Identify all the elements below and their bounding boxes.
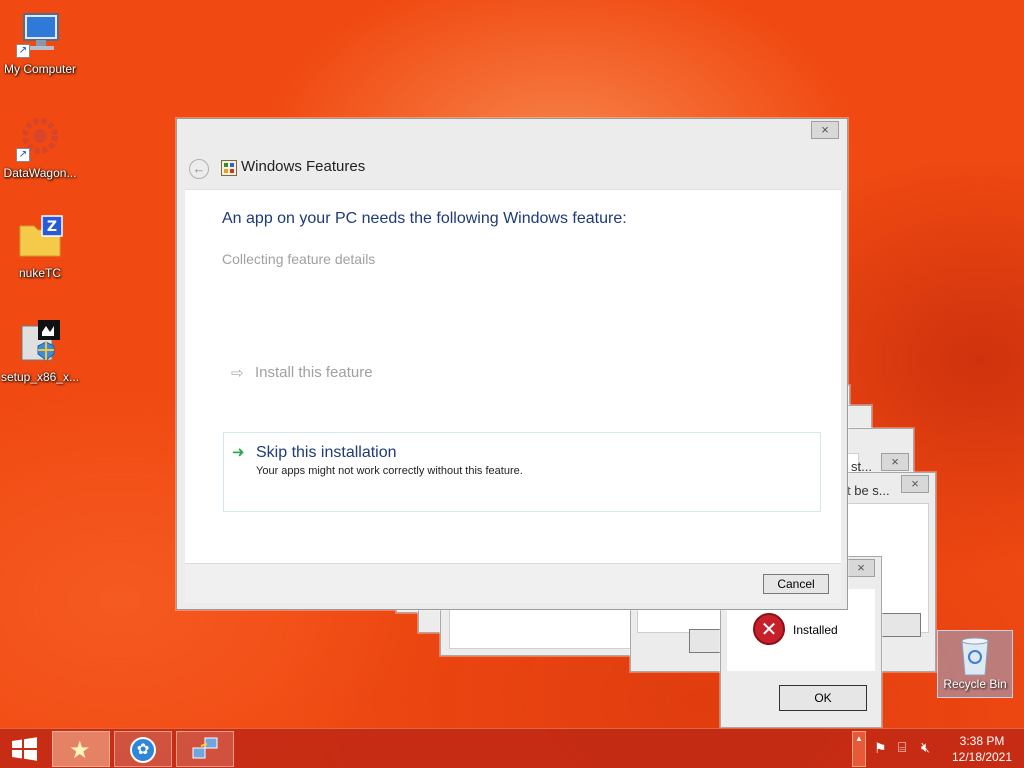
close-icon[interactable]: × bbox=[881, 453, 909, 471]
error-icon: ✕ bbox=[753, 613, 785, 645]
arrow-right-icon: ⇨ bbox=[231, 365, 244, 382]
windows-features-icon bbox=[221, 160, 237, 176]
dialog-title: Windows Features bbox=[241, 158, 366, 175]
install-feature-option[interactable]: ⇨ Install this feature bbox=[223, 362, 783, 386]
window-text-snippet: t be s... bbox=[847, 483, 890, 498]
skip-installation-option[interactable]: ➜ Skip this installation Your apps might… bbox=[223, 432, 821, 512]
svg-text:Z: Z bbox=[47, 219, 57, 235]
desktop-icon-my-computer[interactable]: ↗ My Computer bbox=[0, 10, 80, 76]
status-text: Collecting feature details bbox=[222, 251, 376, 267]
clock[interactable]: 3:38 PM 12/18/2021 bbox=[944, 733, 1020, 765]
error-message-text: Installed bbox=[793, 623, 838, 637]
dialog-content: An app on your PC needs the following Wi… bbox=[185, 189, 841, 563]
desktop-icon-nuketc[interactable]: Z nukeTC bbox=[0, 214, 80, 280]
skip-installation-description: Your apps might not work correctly witho… bbox=[256, 465, 523, 477]
network-tray-icon[interactable]: ⌸ bbox=[898, 739, 906, 756]
gear-icon: ↗ bbox=[16, 114, 64, 162]
start-button[interactable] bbox=[4, 733, 44, 765]
close-button[interactable]: × bbox=[811, 121, 839, 139]
windows-features-dialog: × ← Windows Features An app on your PC n… bbox=[176, 118, 848, 610]
clock-time: 3:38 PM bbox=[959, 734, 1005, 748]
chevron-up-icon: ▲ bbox=[855, 734, 863, 743]
close-icon[interactable]: × bbox=[901, 475, 929, 493]
ok-button[interactable]: OK bbox=[779, 685, 867, 711]
network-computers-icon bbox=[192, 737, 218, 759]
recycle-bin-icon bbox=[957, 635, 993, 677]
close-icon[interactable]: × bbox=[847, 559, 875, 577]
action-center-flag-icon[interactable]: ⚑ bbox=[874, 740, 887, 757]
taskbar-app-favorites[interactable]: ★ bbox=[52, 731, 110, 767]
dialog-footer: Cancel bbox=[185, 563, 841, 603]
taskbar: ★ ✿ ▲ ⚑ ⌸ 🔇︎ 3:38 PM 12/18/2021 bbox=[0, 728, 1024, 768]
windows-logo-icon bbox=[12, 737, 37, 761]
green-arrow-icon: ➜ bbox=[232, 444, 245, 461]
desktop-icon-datawagon[interactable]: ↗ DataWagon... bbox=[0, 114, 80, 180]
folder-icon: Z bbox=[16, 214, 64, 262]
install-feature-label: Install this feature bbox=[255, 364, 373, 381]
desktop-icon-label: setup_x86_x... bbox=[0, 370, 80, 384]
installer-icon bbox=[16, 318, 64, 366]
desktop-icon-label: DataWagon... bbox=[3, 166, 77, 180]
skip-installation-label: Skip this installation bbox=[256, 444, 397, 461]
cancel-button[interactable]: Cancel bbox=[763, 574, 829, 594]
desktop-icon-setup[interactable]: setup_x86_x... bbox=[0, 318, 80, 384]
star-icon: ★ bbox=[69, 737, 91, 764]
taskbar-app-network[interactable] bbox=[176, 731, 234, 767]
tree-icon: ✿ bbox=[130, 737, 156, 763]
taskbar-app-globe[interactable]: ✿ bbox=[114, 731, 172, 767]
back-button[interactable]: ← bbox=[189, 159, 209, 179]
notification-scroll[interactable]: ▲ bbox=[852, 731, 866, 767]
dialog-heading: An app on your PC needs the following Wi… bbox=[222, 210, 627, 227]
volume-muted-icon[interactable]: 🔇︎ bbox=[921, 739, 930, 756]
desktop-icon-label: Recycle Bin bbox=[943, 677, 1007, 691]
clock-date: 12/18/2021 bbox=[951, 750, 1013, 764]
desktop-icon-label: My Computer bbox=[3, 62, 77, 76]
computer-icon: ↗ bbox=[16, 10, 64, 58]
desktop-icon-label: nukeTC bbox=[18, 266, 62, 280]
desktop-icon-recycle-bin[interactable]: Recycle Bin bbox=[937, 630, 1013, 698]
